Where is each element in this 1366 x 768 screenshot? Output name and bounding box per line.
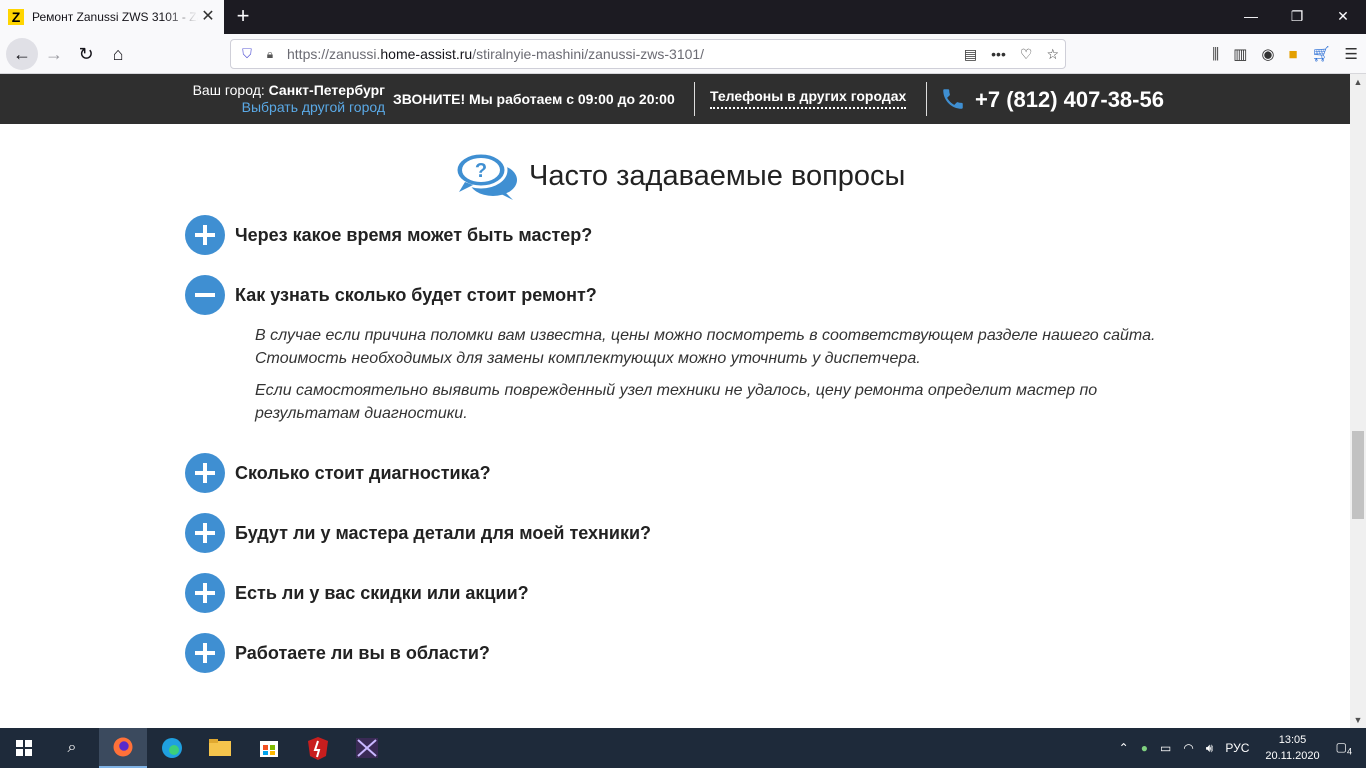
url-host: home-assist.ru — [380, 46, 473, 62]
toolbar-right: ⫼ ▥ ◉ ■ 🛒︎ ☰ — [1212, 38, 1358, 70]
back-arrow-icon[interactable]: ← — [6, 38, 38, 70]
faq-heading: ? Часто задаваемые вопросы — [453, 150, 905, 202]
wifi-icon[interactable]: ◠ — [1177, 741, 1199, 755]
expand-plus-icon[interactable] — [185, 633, 225, 673]
city-name: Санкт-Петербург — [268, 82, 385, 98]
search-icon[interactable]: ⌕ — [48, 728, 96, 768]
new-tab-icon[interactable]: + — [230, 4, 256, 30]
close-window-icon[interactable]: ✕ — [1320, 0, 1366, 34]
phone-number[interactable]: +7 (812) 407-38-56 — [975, 87, 1164, 113]
city-selector: Ваш город: Санкт-Петербург Выбрать друго… — [185, 82, 385, 116]
notifications-count: 4 — [1346, 746, 1352, 757]
game-app-icon[interactable] — [343, 728, 391, 768]
collapse-minus-icon[interactable] — [185, 275, 225, 315]
header-divider — [694, 82, 695, 116]
restore-icon[interactable]: ❐ — [1274, 0, 1320, 34]
url-prefix: https://zanussi. — [287, 46, 381, 62]
window-controls: — ❐ ✕ — [1228, 0, 1366, 34]
faq-item[interactable]: Через какое время может быть мастер? — [185, 215, 592, 255]
store-icon[interactable] — [245, 728, 293, 768]
faq-question[interactable]: Как узнать сколько будет стоит ремонт? — [235, 285, 597, 306]
faq-question[interactable]: Сколько стоит диагностика? — [235, 463, 491, 484]
browser-tab[interactable]: Z Ремонт Zanussi ZWS 3101 - Zanussi ✕ — [0, 0, 224, 34]
faq-item[interactable]: Сколько стоит диагностика? — [185, 453, 491, 493]
pocket-icon[interactable]: ♡ — [1020, 46, 1033, 63]
chat-question-icon: ? — [454, 151, 517, 200]
page-actions-icon[interactable]: ••• — [991, 46, 1006, 62]
faq-item[interactable]: Работаете ли вы в области? — [185, 633, 490, 673]
extension-flag-icon[interactable]: ■ — [1288, 46, 1297, 63]
expand-plus-icon[interactable] — [185, 513, 225, 553]
account-icon[interactable]: ◉ — [1261, 45, 1274, 63]
expand-plus-icon[interactable] — [185, 573, 225, 613]
scrollbar-thumb[interactable] — [1352, 431, 1364, 519]
phone-icon — [943, 89, 963, 109]
bookmark-star-icon[interactable]: ☆ — [1046, 46, 1059, 63]
home-icon[interactable]: ⌂ — [102, 38, 134, 70]
page-scrollbar[interactable]: ▲ ▼ — [1350, 74, 1366, 728]
site-header: Ваш город: Санкт-Петербург Выбрать друго… — [0, 74, 1350, 124]
faq-question[interactable]: Через какое время может быть мастер? — [235, 225, 592, 246]
faq-title: Часто задаваемые вопросы — [529, 159, 906, 192]
clock-time: 13:05 — [1278, 734, 1307, 746]
language-indicator[interactable]: РУС — [1219, 741, 1255, 755]
faq-answer: В случае если причина поломки вам извест… — [255, 324, 1175, 434]
battery-icon[interactable]: ▭ — [1154, 741, 1177, 755]
network-app-icon[interactable]: ● — [1135, 741, 1154, 755]
browser-nav-bar: ← → ↻ ⌂ ⛉ 🔒︎ https://zanussi.home-assist… — [0, 34, 1366, 74]
working-hours: ЗВОНИТЕ! Мы работаем с 09:00 до 20:00 — [393, 91, 675, 107]
close-tab-icon[interactable]: ✕ — [200, 9, 216, 25]
edge-icon[interactable] — [148, 728, 196, 768]
other-cities-phones-link[interactable]: Телефоны в других городах — [710, 88, 907, 109]
faq-question[interactable]: Работаете ли вы в области? — [235, 643, 490, 664]
system-tray: ⌃ ● ▭ ◠ 🔊︎ РУС 13:05 20.11.2020 ▢4 — [1113, 728, 1366, 768]
volume-icon[interactable]: 🔊︎ — [1200, 741, 1220, 756]
reader-view-icon[interactable]: ▤ — [964, 46, 977, 63]
tab-title: Ремонт Zanussi ZWS 3101 - Zanussi — [32, 10, 198, 24]
header-divider — [926, 82, 927, 116]
clock[interactable]: 13:05 20.11.2020 — [1255, 732, 1329, 764]
notifications-icon[interactable]: ▢4 — [1330, 740, 1366, 756]
reload-icon[interactable]: ↻ — [70, 38, 102, 70]
forward-arrow-icon[interactable]: → — [38, 38, 70, 70]
shield-app-icon[interactable] — [294, 728, 342, 768]
tab-favicon-icon: Z — [8, 9, 24, 25]
city-label: Ваш город: — [192, 82, 269, 98]
faq-answer-paragraph: Если самостоятельно выявить поврежденный… — [255, 382, 1098, 422]
menu-icon[interactable]: ☰ — [1345, 45, 1358, 63]
faq-question[interactable]: Будут ли у мастера детали для моей техни… — [235, 523, 651, 544]
expand-plus-icon[interactable] — [185, 215, 225, 255]
windows-start-icon[interactable] — [0, 728, 48, 768]
scroll-down-icon[interactable]: ▼ — [1350, 712, 1366, 728]
file-explorer-icon[interactable] — [196, 728, 244, 768]
sidebar-icon[interactable]: ▥ — [1233, 45, 1247, 63]
faq-question[interactable]: Есть ли у вас скидки или акции? — [235, 583, 529, 604]
browser-tab-bar: Z Ремонт Zanussi ZWS 3101 - Zanussi ✕ + … — [0, 0, 1366, 34]
faq-item[interactable]: Будут ли у мастера детали для моей техни… — [185, 513, 651, 553]
faq-icon-glyph: ? — [475, 160, 487, 182]
url-text[interactable]: https://zanussi.home-assist.ru/stiralnyi… — [287, 46, 704, 62]
chevron-up-icon[interactable]: ⌃ — [1113, 741, 1135, 755]
minimize-icon[interactable]: — — [1228, 0, 1274, 34]
faq-item[interactable]: Есть ли у вас скидки или акции? — [185, 573, 529, 613]
library-icon[interactable]: ⫼ — [1212, 46, 1219, 63]
faq-answer-paragraph: В случае если причина поломки вам извест… — [255, 327, 1156, 367]
address-bar[interactable]: ⛉ 🔒︎ https://zanussi.home-assist.ru/stir… — [230, 39, 1066, 69]
shield-icon[interactable]: ⛉ — [235, 46, 259, 62]
clock-date: 20.11.2020 — [1265, 750, 1320, 762]
firefox-icon[interactable] — [99, 728, 147, 768]
windows-taskbar: ⌕ ⌃ ● ▭ ◠ 🔊︎ РУС 13:05 20.11.2020 ▢4 — [0, 728, 1366, 768]
scroll-up-icon[interactable]: ▲ — [1350, 74, 1366, 90]
cart-extension-icon[interactable]: 🛒︎ — [1312, 45, 1331, 63]
expand-plus-icon[interactable] — [185, 453, 225, 493]
lock-icon[interactable]: 🔒︎ — [259, 47, 281, 62]
faq-item-expanded[interactable]: Как узнать сколько будет стоит ремонт? — [185, 275, 597, 315]
change-city-link[interactable]: Выбрать другой город — [185, 99, 385, 116]
url-path: /stiralnyie-mashini/zanussi-zws-3101/ — [472, 46, 705, 62]
